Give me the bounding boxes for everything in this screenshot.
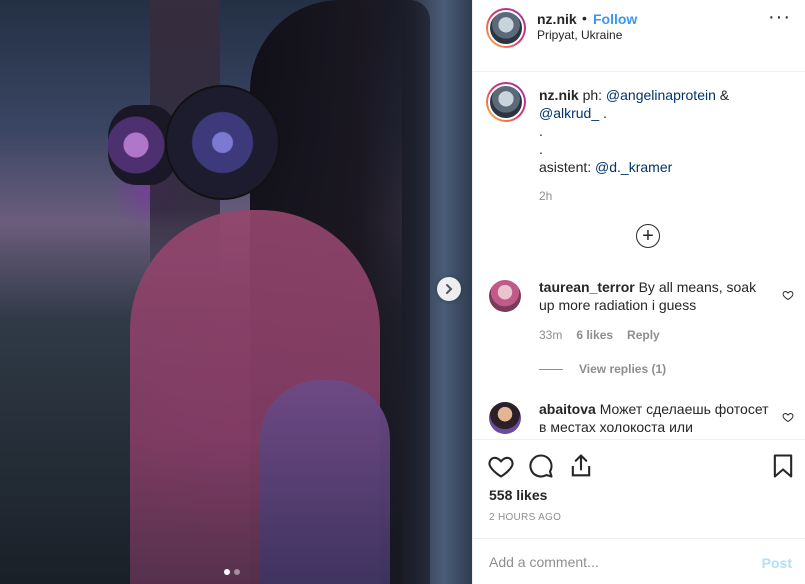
caption-after-mention: . — [599, 105, 607, 121]
comment-time[interactable]: 33m — [539, 328, 562, 342]
post-comment-button[interactable]: Post — [762, 555, 792, 571]
view-replies-button[interactable]: View replies (1) — [539, 362, 666, 376]
chevron-right-icon — [446, 284, 453, 294]
comment-bubble-icon[interactable] — [527, 452, 555, 480]
carousel-dot-active — [224, 569, 230, 575]
carousel-next-button[interactable] — [437, 277, 461, 301]
caption-mention-kramer[interactable]: @d._kramer — [595, 159, 672, 175]
post-photo[interactable] — [0, 0, 472, 584]
comment-avatar[interactable] — [489, 402, 521, 434]
caption-dot-line-1: . — [539, 123, 543, 139]
load-more-comments-button[interactable]: + — [636, 224, 660, 248]
replies-divider — [539, 368, 563, 370]
post-actions — [473, 448, 805, 488]
comment-text: taurean_terror By all means, soak up mor… — [539, 278, 769, 314]
heart-icon[interactable] — [782, 289, 794, 301]
view-replies-label: View replies (1) — [579, 362, 667, 376]
follow-button[interactable]: Follow — [593, 11, 637, 27]
comment-username[interactable]: taurean_terror — [539, 279, 635, 295]
comment-composer: Post — [473, 538, 805, 584]
author-username[interactable]: nz.nik — [537, 11, 577, 27]
comment-likes[interactable]: 6 likes — [576, 328, 613, 342]
comment-reply-button[interactable]: Reply — [627, 328, 660, 342]
header-separator: • — [582, 10, 587, 26]
caption-and: & — [715, 87, 730, 103]
comment-username[interactable]: abaitova — [539, 401, 596, 417]
comment-meta: 33m 6 likes Reply — [539, 328, 660, 342]
post-location[interactable]: Pripyat, Ukraine — [537, 28, 622, 42]
caption-dot-line-2: . — [539, 141, 543, 157]
caption-time[interactable]: 2h — [539, 189, 552, 203]
caption-author-avatar[interactable] — [486, 82, 526, 122]
caption-mention-alkrud[interactable]: @alkrud_ — [539, 105, 599, 121]
comment-text: abaitova Может сделаешь фотосет в местах… — [539, 400, 769, 436]
comment-avatar[interactable] — [489, 280, 521, 312]
share-icon[interactable] — [567, 452, 595, 480]
carousel-indicator — [224, 569, 240, 575]
caption-prefix: ph: — [582, 87, 606, 103]
add-comment-input[interactable] — [489, 551, 739, 573]
caption-text: nz.nik ph: @angelinaprotein & @alkrud_ .… — [539, 86, 779, 176]
post-header: nz.nik • Follow Pripyat, Ukraine ··· — [473, 0, 805, 72]
heart-icon[interactable] — [782, 411, 794, 423]
comments-list[interactable]: nz.nik ph: @angelinaprotein & @alkrud_ .… — [473, 72, 805, 440]
bookmark-icon[interactable] — [769, 452, 797, 480]
carousel-dot — [234, 569, 240, 575]
photo-mask — [165, 85, 280, 200]
post-timestamp[interactable]: 2 HOURS AGO — [489, 512, 561, 523]
caption-mention-angelinaprotein[interactable]: @angelinaprotein — [606, 87, 716, 103]
plus-icon: + — [642, 225, 654, 247]
like-heart-icon[interactable] — [487, 452, 515, 480]
post-side-panel: nz.nik • Follow Pripyat, Ukraine ··· nz.… — [472, 0, 805, 584]
likes-count[interactable]: 558 likes — [489, 487, 547, 503]
caption-assistant-label: asistent: — [539, 159, 596, 175]
photo-arm — [260, 380, 390, 584]
caption-username[interactable]: nz.nik — [539, 87, 579, 103]
author-avatar[interactable] — [486, 8, 526, 48]
more-options-icon[interactable]: ··· — [768, 7, 791, 27]
